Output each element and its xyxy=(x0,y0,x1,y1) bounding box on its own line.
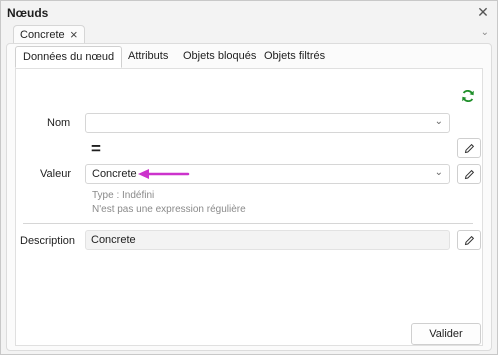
nodes-panel: Nœuds ✕ Concrete × ⌄ Données du nœud Att… xyxy=(0,0,498,355)
annotation-arrow xyxy=(138,169,190,179)
description-value: Concrete xyxy=(91,234,136,246)
tab-attributes[interactable]: Attributs xyxy=(121,46,175,68)
validate-button[interactable]: Valider xyxy=(411,323,481,345)
tab-filtered-objects[interactable]: Objets filtrés xyxy=(257,46,332,68)
node-data-form: Nom ⌄ = Valeur Concrete ⌄ Type: Indéfin… xyxy=(15,68,483,346)
regex-hint: N'est pas une expression régulière xyxy=(92,204,246,215)
edit-operator-button[interactable] xyxy=(457,138,481,158)
type-hint: Type : Indéfini xyxy=(92,190,155,201)
refresh-icon[interactable] xyxy=(461,89,475,103)
name-label: Nom xyxy=(47,117,71,129)
description-label: Description xyxy=(20,235,76,247)
value-value: Concrete xyxy=(92,168,137,180)
name-combobox[interactable]: ⌄ xyxy=(85,113,450,133)
edit-description-button[interactable] xyxy=(457,230,481,250)
document-tab-label: Concrete xyxy=(20,29,65,41)
pencil-icon xyxy=(464,235,475,246)
tab-node-data[interactable]: Données du nœud xyxy=(15,46,123,68)
pencil-icon xyxy=(464,169,475,180)
tab-blocked-objects[interactable]: Objets bloqués xyxy=(176,46,263,68)
chevron-down-icon: ⌄ xyxy=(434,116,443,127)
value-label: Valeur xyxy=(40,168,71,180)
chevron-down-icon: ⌄ xyxy=(434,167,443,178)
pencil-icon xyxy=(464,143,475,154)
chevron-down-icon[interactable]: ⌄ xyxy=(481,27,489,38)
panel-title: Nœuds xyxy=(7,6,49,20)
equals-operator[interactable]: = xyxy=(91,139,101,159)
content-area: Données du nœud Attributs Objets bloqués… xyxy=(6,43,492,351)
close-tab-icon[interactable]: × xyxy=(70,27,78,42)
edit-value-button[interactable] xyxy=(457,164,481,184)
document-tab[interactable]: Concrete × xyxy=(13,25,85,44)
description-field[interactable]: Concrete xyxy=(85,230,450,250)
panel-titlebar: Nœuds ✕ xyxy=(1,1,497,25)
close-icon[interactable]: ✕ xyxy=(475,4,491,20)
divider xyxy=(23,223,473,224)
